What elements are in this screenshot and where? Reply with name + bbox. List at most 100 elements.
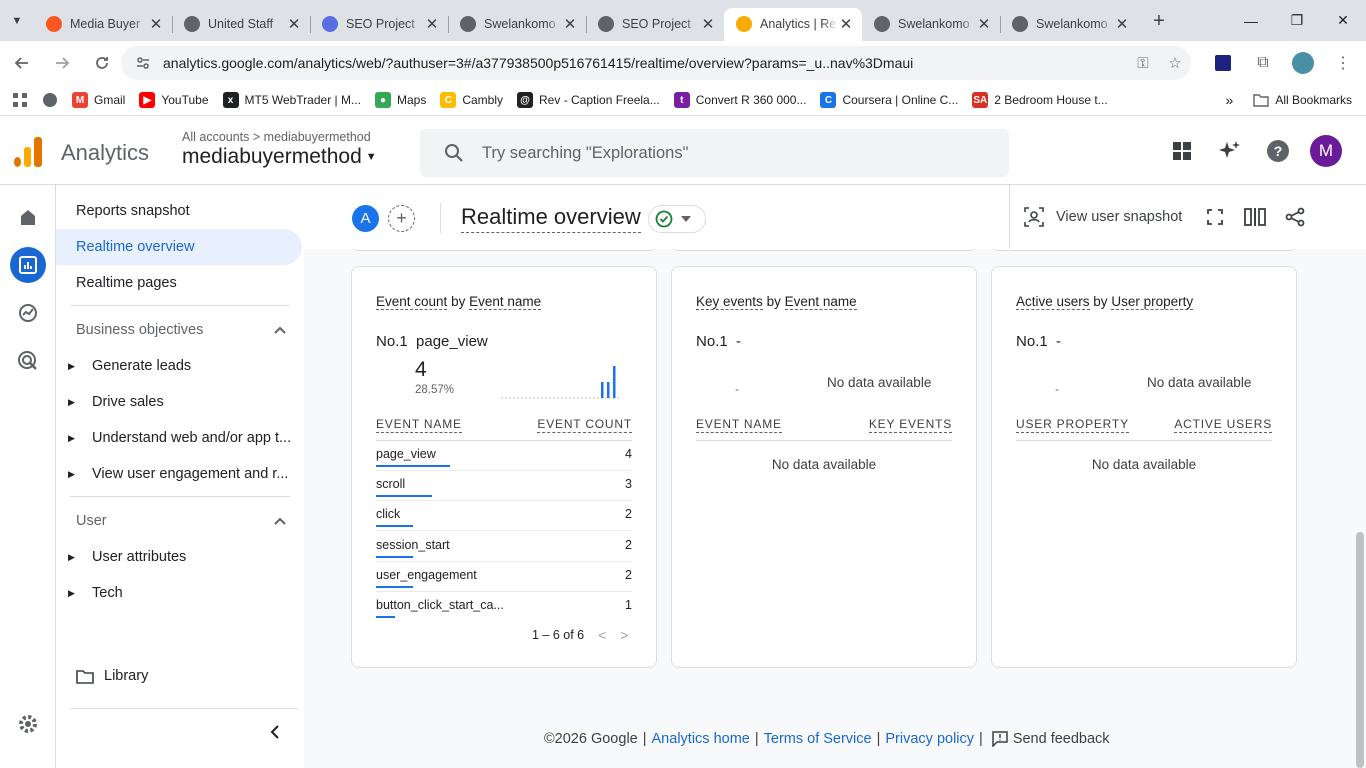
terms-link[interactable]: Terms of Service [764, 731, 872, 747]
col-event-count[interactable]: EVENT COUNT [537, 417, 632, 433]
all-bookmarks-button[interactable]: All Bookmarks [1253, 93, 1352, 107]
bookmark-item[interactable]: ● Maps [374, 92, 426, 108]
account-avatar[interactable]: M [1310, 135, 1342, 167]
collapse-nav-chevron-icon[interactable] [270, 725, 280, 744]
reload-button[interactable] [84, 45, 120, 81]
metric-label[interactable]: Event count [376, 294, 448, 310]
browser-tab[interactable]: Swelankomo ✕ [1000, 8, 1138, 41]
insights-sparkle-icon[interactable] [1214, 135, 1246, 167]
tab-close-icon[interactable]: ✕ [562, 15, 578, 33]
nav-realtime-pages[interactable]: Realtime pages [56, 265, 302, 301]
dimension-label[interactable]: User property [1111, 294, 1194, 310]
fullscreen-icon[interactable] [1204, 209, 1226, 225]
dimension-label[interactable]: Event name [469, 294, 542, 310]
add-comparison-button[interactable]: + [388, 205, 415, 232]
col-event-name[interactable]: EVENT NAME [696, 417, 782, 433]
bookmark-item[interactable]: x MT5 WebTrader | M... [222, 92, 361, 108]
view-user-snapshot-button[interactable]: View user snapshot [1024, 207, 1182, 227]
analytics-home-link[interactable]: Analytics home [652, 731, 750, 747]
bookmark-item[interactable]: M Gmail [72, 92, 125, 108]
compare-columns-icon[interactable] [1244, 208, 1267, 226]
restore-icon[interactable]: ❐ [1274, 0, 1320, 41]
nav-sub-item[interactable]: ▶ View user engagement and r... [56, 456, 302, 492]
nav-sub-item[interactable]: ▶ Understand web and/or app t... [56, 420, 302, 456]
col-key-events[interactable]: KEY EVENTS [868, 417, 952, 433]
new-tab-button[interactable]: + [1144, 10, 1174, 33]
table-row[interactable]: scroll 3 [376, 471, 632, 502]
password-key-icon[interactable]: ⚿ [1127, 55, 1159, 72]
nav-sub-item[interactable]: ▶ Generate leads [56, 348, 302, 384]
nav-user-section[interactable]: User [56, 503, 302, 539]
reports-icon[interactable] [10, 247, 46, 283]
browser-tab[interactable]: Swelankomo ✕ [448, 8, 586, 41]
table-row[interactable]: page_view 4 [376, 441, 632, 471]
tab-close-icon[interactable]: ✕ [1114, 15, 1130, 33]
nav-business-objectives[interactable]: Business objectives [56, 312, 302, 348]
table-row[interactable]: button_click_start_ca... 1 [376, 592, 632, 622]
share-icon[interactable] [1284, 207, 1306, 227]
col-event-name[interactable]: EVENT NAME [376, 417, 462, 433]
col-active-users[interactable]: ACTIVE USERS [1174, 417, 1272, 433]
dimension-label[interactable]: Event name [784, 294, 857, 310]
home-icon[interactable] [10, 199, 46, 235]
browser-tab[interactable]: Swelankomo ✕ [862, 8, 1000, 41]
browser-tab[interactable]: SEO Project ✕ [310, 8, 448, 41]
browser-tab[interactable]: Analytics | Re ✕ [724, 7, 862, 41]
tab-search-icon[interactable]: ▼ [0, 0, 34, 41]
nav-sub-item[interactable]: ▶ User attributes [56, 539, 302, 575]
send-feedback-button[interactable]: Send feedback [992, 731, 1110, 747]
table-row[interactable]: session_start 2 [376, 532, 632, 562]
bookmark-item[interactable]: C Cambly [440, 92, 503, 108]
globe-icon[interactable] [42, 92, 58, 108]
bookmark-item[interactable]: t Convert R 360 000... [673, 92, 806, 108]
tab-close-icon[interactable]: ✕ [838, 15, 854, 33]
browser-tab[interactable]: Media Buyer ✕ [34, 8, 172, 41]
search-input[interactable]: Try searching "Explorations" [482, 144, 688, 163]
account-picker[interactable]: All accounts > mediabuyermethod mediabuy… [182, 130, 377, 169]
analytics-logo-icon[interactable] [14, 137, 42, 167]
url-text[interactable]: analytics.google.com/analytics/web/?auth… [163, 55, 1127, 71]
property-name[interactable]: mediabuyermethod ▼ [182, 145, 377, 169]
page-title[interactable]: Realtime overview [461, 204, 641, 233]
apps-grid-icon[interactable] [12, 92, 28, 108]
site-settings-icon[interactable] [135, 55, 151, 71]
tab-close-icon[interactable]: ✕ [148, 15, 164, 33]
data-status-button[interactable] [648, 205, 706, 233]
nav-sub-item[interactable]: ▶ Tech [56, 575, 302, 611]
metric-label[interactable]: Key events [696, 294, 763, 310]
tab-close-icon[interactable]: ✕ [700, 15, 716, 33]
report-content[interactable]: Event count by Event name No.1 page_view… [304, 249, 1366, 768]
metric-label[interactable]: Active users [1016, 294, 1090, 310]
comparison-segment-a[interactable]: A [352, 205, 379, 232]
next-page-icon[interactable]: > [620, 627, 628, 643]
bookmark-star-icon[interactable]: ☆ [1159, 54, 1191, 72]
minimize-icon[interactable]: — [1228, 0, 1274, 41]
scrollbar-thumb[interactable] [1356, 532, 1364, 768]
search-box[interactable]: Try searching "Explorations" [420, 129, 1009, 177]
bookmark-item[interactable]: C Coursera | Online C... [820, 92, 958, 108]
back-button[interactable] [4, 45, 40, 81]
nav-library[interactable]: Library [56, 658, 302, 694]
profile-avatar[interactable] [1288, 48, 1318, 78]
bookmark-item[interactable]: @ Rev - Caption Freela... [517, 92, 660, 108]
table-row[interactable]: user_engagement 2 [376, 562, 632, 592]
close-window-icon[interactable]: ✕ [1320, 0, 1366, 41]
nav-reports-snapshot[interactable]: Reports snapshot [56, 193, 302, 229]
analytics-brand[interactable]: Analytics [61, 140, 149, 166]
tab-close-icon[interactable]: ✕ [286, 15, 302, 33]
browser-tab[interactable]: SEO Project ✕ [586, 8, 724, 41]
col-user-property[interactable]: USER PROPERTY [1016, 417, 1129, 433]
advertising-icon[interactable] [10, 343, 46, 379]
tab-close-icon[interactable]: ✕ [976, 15, 992, 33]
bookmark-item[interactable]: ▶ YouTube [139, 92, 209, 108]
help-icon[interactable]: ? [1262, 135, 1294, 167]
extensions-puzzle-icon[interactable]: ⧉ [1248, 48, 1278, 78]
nav-sub-item[interactable]: ▶ Drive sales [56, 384, 302, 420]
browser-menu-icon[interactable]: ⋮ [1328, 48, 1358, 78]
prev-page-icon[interactable]: < [598, 627, 606, 643]
more-bookmarks-icon[interactable]: » [1226, 92, 1234, 108]
browser-tab[interactable]: United Staff ✕ [172, 8, 310, 41]
apps-icon[interactable] [1166, 135, 1198, 167]
address-bar[interactable]: analytics.google.com/analytics/web/?auth… [121, 46, 1191, 80]
tab-close-icon[interactable]: ✕ [424, 15, 440, 33]
